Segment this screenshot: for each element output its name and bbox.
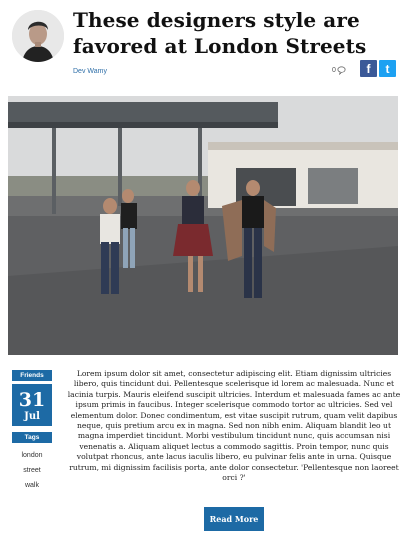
comment-count-value: 0 bbox=[332, 67, 336, 74]
tag-link[interactable]: walk bbox=[12, 482, 52, 489]
post-date-day: 31 bbox=[18, 389, 46, 411]
read-more-button[interactable]: Read More bbox=[204, 507, 264, 531]
post-image bbox=[8, 96, 398, 355]
comment-count[interactable]: 0 bbox=[332, 66, 346, 75]
facebook-icon: f bbox=[366, 61, 371, 76]
post-date-month: Jul bbox=[24, 411, 40, 422]
comment-icon bbox=[337, 66, 346, 75]
tag-link[interactable]: london bbox=[12, 452, 52, 459]
post-date: 31 Jul bbox=[12, 384, 52, 426]
tag-link[interactable]: street bbox=[12, 467, 52, 474]
twitter-share-button[interactable]: t bbox=[379, 60, 396, 77]
tags-label: Tags bbox=[12, 432, 52, 443]
post-title[interactable]: These designers style are favored at Lon… bbox=[73, 7, 393, 59]
author-link[interactable]: Dev Wamy bbox=[73, 68, 107, 75]
friends-label: Friends bbox=[12, 370, 52, 381]
post-body: Lorem ipsum dolor sit amet, consectetur … bbox=[67, 369, 401, 483]
facebook-share-button[interactable]: f bbox=[360, 60, 377, 77]
author-avatar[interactable] bbox=[12, 10, 64, 62]
twitter-icon: t bbox=[385, 61, 390, 76]
